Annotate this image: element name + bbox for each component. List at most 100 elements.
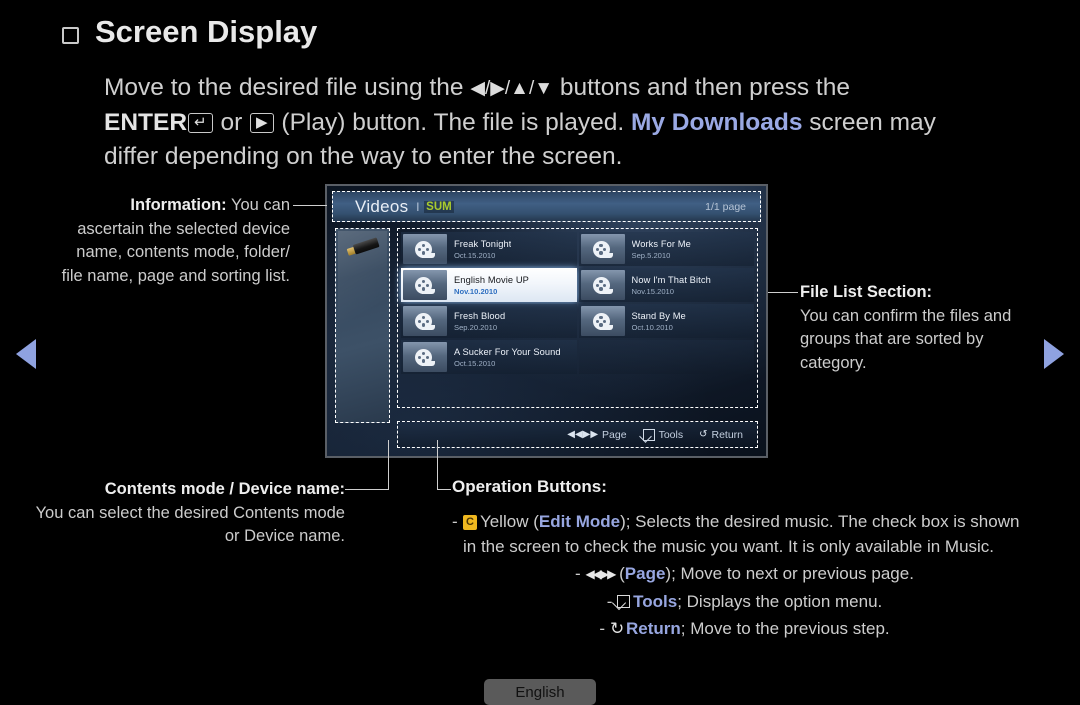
yellow-key-icon: C bbox=[463, 515, 477, 530]
operation-item-tools: - Tools; Displays the option menu. bbox=[452, 589, 1037, 614]
file-date: Sep.20.2010 bbox=[454, 322, 498, 332]
film-reel-icon bbox=[580, 306, 625, 336]
film-reel-icon bbox=[403, 342, 447, 372]
list-item-selected[interactable]: English Movie UP Nov.10.2010 bbox=[401, 268, 577, 302]
film-reel-icon bbox=[403, 270, 447, 300]
page-accent: Page bbox=[624, 564, 666, 583]
tools-icon bbox=[642, 428, 655, 441]
bullet-dash: - bbox=[575, 564, 581, 583]
leader-line-operation-h bbox=[437, 489, 451, 490]
manual-page: Screen Display Move to the desired file … bbox=[0, 0, 1080, 705]
annotation-information-heading: Information: bbox=[130, 196, 227, 214]
operation-item-page: - ◀◀▶▶ (Page); Move to next or previous … bbox=[452, 561, 1037, 587]
intro-paragraph: Move to the desired file using the ◀/▶/▲… bbox=[104, 71, 1009, 174]
file-name: Fresh Blood bbox=[454, 310, 506, 321]
op-return[interactable]: ↺ Return bbox=[699, 429, 743, 441]
leader-line-information bbox=[293, 205, 327, 206]
annotation-file-list-section: File List Section: You can confirm the f… bbox=[800, 281, 1040, 375]
file-name: Freak Tonight bbox=[454, 238, 512, 249]
list-item[interactable]: Fresh Blood Sep.20.2010 bbox=[401, 304, 577, 338]
bullet-dash: - bbox=[452, 512, 458, 531]
prev-page-arrow[interactable] bbox=[16, 339, 36, 369]
next-page-arrow[interactable] bbox=[1044, 339, 1064, 369]
operation-item-yellow: - C Yellow (Edit Mode); Selects the desir… bbox=[452, 509, 1037, 559]
list-item[interactable]: Stand By Me Oct.10.2010 bbox=[578, 304, 754, 338]
screen-header-page-indicator: 1/1 page bbox=[705, 200, 746, 213]
file-date: Nov.10.2010 bbox=[454, 286, 498, 296]
return-icon: ↺ bbox=[699, 429, 708, 440]
tools-accent: Tools bbox=[633, 592, 678, 611]
op-return-label: Return bbox=[711, 428, 743, 441]
annotation-contents-mode-body: You can select the desired Contents mode… bbox=[35, 503, 345, 546]
tools-desc: ; Displays the option menu. bbox=[677, 592, 883, 611]
return-desc: ; Move to the previous step. bbox=[680, 619, 890, 638]
leader-line-filelist bbox=[768, 292, 798, 293]
enter-key-icon: ↵ bbox=[188, 113, 213, 133]
page-title-row: Screen Display bbox=[62, 14, 317, 50]
language-button[interactable]: English bbox=[484, 679, 596, 705]
list-item[interactable]: A Sucker For Your Sound Oct.15.2010 bbox=[401, 340, 577, 374]
operation-buttons-description: Operation Buttons: - C Yellow (Edit Mode)… bbox=[452, 477, 1037, 643]
yellow-key-name: Yellow ( bbox=[479, 512, 539, 531]
annotation-file-list-body: You can confirm the files and groups tha… bbox=[800, 306, 1012, 372]
leader-line-contents-h bbox=[345, 489, 389, 490]
file-name: A Sucker For Your Sound bbox=[454, 346, 561, 357]
play-key-icon: ▶ bbox=[250, 113, 274, 133]
square-bullet-icon bbox=[62, 26, 79, 44]
op-tools[interactable]: Tools bbox=[642, 428, 684, 441]
tools-icon bbox=[617, 595, 631, 608]
list-item-empty bbox=[578, 340, 754, 374]
file-date: Sep.5.2010 bbox=[631, 250, 671, 260]
file-name: Works For Me bbox=[631, 238, 691, 249]
file-date: Nov.15.2010 bbox=[631, 286, 675, 296]
operation-item-return: - ↺ Return; Move to the previous step. bbox=[452, 616, 1037, 641]
file-date: Oct.15.2010 bbox=[454, 250, 496, 260]
list-item[interactable]: Works For Me Sep.5.2010 bbox=[578, 232, 754, 266]
operation-buttons-title: Operation Buttons: bbox=[452, 477, 607, 496]
screen-header-device-badge: SUM bbox=[424, 200, 454, 213]
page-desc: ); Move to next or previous page. bbox=[665, 564, 914, 583]
film-reel-icon bbox=[403, 306, 447, 336]
annotation-contents-mode-heading: Contents mode / Device name: bbox=[104, 480, 345, 498]
page-prev-next-icon: ◀◀▶▶ bbox=[585, 567, 616, 581]
film-reel-icon bbox=[403, 234, 447, 264]
my-downloads-highlight: My Downloads bbox=[630, 109, 803, 136]
edit-mode-accent: Edit Mode bbox=[538, 512, 621, 531]
list-item[interactable]: Freak Tonight Oct.15.2010 bbox=[401, 232, 577, 266]
annotation-information: Information: You can ascertain the selec… bbox=[60, 194, 290, 288]
intro-line1-a: Move to the desired file using the bbox=[104, 74, 471, 101]
or-label: or bbox=[220, 109, 243, 136]
contents-mode-device-panel[interactable] bbox=[335, 228, 390, 423]
op-tools-label: Tools bbox=[658, 428, 684, 441]
intro-line3: differ depending on the way to enter the… bbox=[104, 143, 623, 170]
file-name: English Movie UP bbox=[454, 274, 529, 285]
file-date: Oct.10.2010 bbox=[631, 322, 673, 332]
page-title: Screen Display bbox=[95, 14, 318, 49]
leader-line-contents-v bbox=[388, 440, 389, 490]
enter-label: ENTER bbox=[104, 109, 188, 136]
film-reel-icon bbox=[580, 270, 625, 300]
page-prev-next-icon: ◀◀▶▶ bbox=[567, 429, 599, 440]
return-accent: Return bbox=[626, 619, 681, 638]
leader-line-operation-v bbox=[437, 440, 438, 490]
device-panel-gloss bbox=[338, 231, 387, 420]
bullet-dash: - bbox=[599, 619, 606, 638]
list-item[interactable]: Now I'm That Bitch Nov.15.2010 bbox=[578, 268, 754, 302]
screen-header-separator: l bbox=[416, 199, 420, 214]
intro-line2-b: (Play) button. The file is played. bbox=[281, 109, 631, 136]
direction-arrows-icon: ◀/▶/▲/▼ bbox=[470, 78, 554, 99]
op-page-label: Page bbox=[602, 428, 627, 441]
file-name: Now I'm That Bitch bbox=[631, 274, 711, 285]
op-page[interactable]: ◀◀▶▶ Page bbox=[567, 429, 626, 441]
annotation-contents-mode: Contents mode / Device name: You can sel… bbox=[35, 478, 345, 549]
file-list-right-column: Works For Me Sep.5.2010 Now I'm That Bit… bbox=[578, 232, 754, 404]
file-list-left-column: Freak Tonight Oct.15.2010 English Movie … bbox=[401, 232, 577, 404]
film-reel-icon bbox=[580, 234, 625, 264]
tv-screen-mockup: Videos l SUM 1/1 page Freak Tonight Oct.… bbox=[325, 184, 768, 458]
annotation-file-list-heading: File List Section: bbox=[800, 283, 933, 301]
return-icon: ↺ bbox=[609, 619, 625, 638]
screen-header-bar: Videos l SUM 1/1 page bbox=[332, 191, 761, 222]
file-list-section: Freak Tonight Oct.15.2010 English Movie … bbox=[397, 228, 758, 408]
file-name: Stand By Me bbox=[631, 310, 686, 321]
intro-line1-b: buttons and then press the bbox=[553, 74, 850, 101]
